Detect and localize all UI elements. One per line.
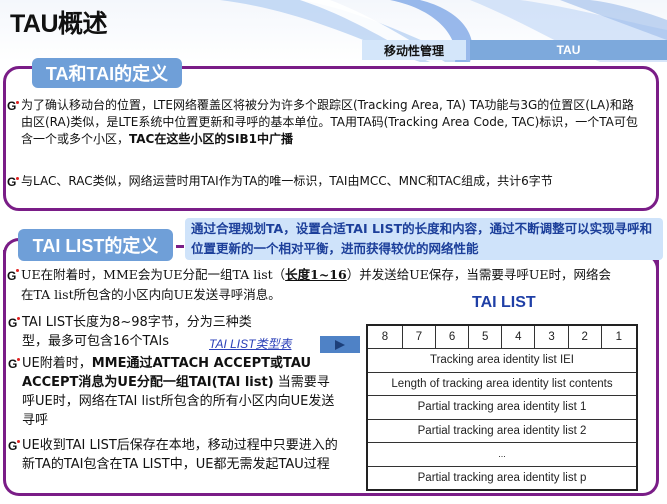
bit-cell: 7 <box>401 324 437 349</box>
tai-list-table: 8 7 6 5 4 3 2 1 Tracking area identity l… <box>366 324 638 491</box>
play-icon <box>335 339 345 350</box>
bit-cell: 5 <box>468 324 503 349</box>
bullet-ta-definition: G 为了确认移动台的位置，LTE网络覆盖区将被分为许多个跟踪区(Tracking… <box>7 97 641 148</box>
table-row: ... <box>366 442 638 467</box>
bit-cell: 2 <box>567 324 602 349</box>
bullet-icon: G <box>8 355 21 374</box>
bullet-text: UE附着时， <box>22 356 92 371</box>
bullet-icon: G <box>7 175 20 189</box>
table-row: Length of tracking area identity list co… <box>366 371 638 396</box>
bullet-text: 与LAC、RAC类似，网络运营时用TAI作为TA的唯一标识，TAI由MCC、MN… <box>21 174 553 188</box>
table-cell: Partial tracking area identity list p <box>366 465 638 490</box>
bit-cell: 1 <box>600 324 638 349</box>
bullet-tai-definition: G 与LAC、RAC类似，网络运营时用TAI作为TA的唯一标识，TAI由MCC、… <box>7 173 641 190</box>
table-row: Partial tracking area identity list p <box>366 465 638 490</box>
tai-list-type-table-link[interactable]: TAI LIST类型表 <box>209 335 291 352</box>
play-button[interactable] <box>320 336 360 353</box>
table-cell: Tracking area identity list IEI <box>366 348 638 373</box>
table-cell: ... <box>366 442 638 467</box>
bullet-icon: G <box>7 266 20 286</box>
bit-cell: 4 <box>501 324 536 349</box>
bit-cell: 6 <box>435 324 470 349</box>
bullet-text: UE收到TAI LIST后保存在本地，移动过程中只要进入的新TA的TAI包含在T… <box>22 438 338 472</box>
section-tab-tai-list: TAI LIST的定义 <box>18 229 173 261</box>
bullet-text: UE在附着时，MME会为UE分配一组TA list（ <box>21 267 286 282</box>
bullet-attach-accept: G UE附着时，MME通过ATTACH ACCEPT或TAU ACCEPT消息为… <box>8 354 342 430</box>
bullet-icon: G <box>8 314 21 333</box>
table-row: Tracking area identity list IEI <box>366 348 638 373</box>
breadcrumb-tau[interactable]: TAU <box>470 40 667 60</box>
bullet-icon: G <box>7 99 20 113</box>
table-row: Partial tracking area identity list 2 <box>366 418 638 443</box>
table-cell: Length of tracking area identity list co… <box>366 371 638 396</box>
breadcrumb-mobility-management[interactable]: 移动性管理 <box>362 40 466 60</box>
bit-header-row: 8 7 6 5 4 3 2 1 <box>366 324 638 349</box>
section-tab-ta-tai: TA和TAI的定义 <box>32 58 182 88</box>
callout-connector <box>176 245 184 248</box>
bit-cell: 8 <box>366 324 403 349</box>
bullet-text: 为了确认移动台的位置，LTE网络覆盖区将被分为许多个跟踪区(Tracking A… <box>21 98 638 146</box>
bullet-icon: G <box>8 437 21 456</box>
bit-cell: 3 <box>534 324 569 349</box>
callout-note: 通过合理规划TA，设置合适TAI LIST的长度和内容，通过不断调整可以实现寻呼… <box>185 218 663 260</box>
bullet-bold-text: TAC在这些小区的SIB1中广播 <box>129 132 293 146</box>
bullet-underline-text: 长度1~16 <box>285 267 347 282</box>
page-title: TAU概述 <box>10 10 108 38</box>
bullet-tau-not-required: G UE收到TAI LIST后保存在本地，移动过程中只要进入的新TA的TAI包含… <box>8 436 342 474</box>
table-cell: Partial tracking area identity list 2 <box>366 418 638 443</box>
tai-list-table-title: TAI LIST <box>472 294 536 311</box>
table-cell: Partial tracking area identity list 1 <box>366 395 638 420</box>
table-row: Partial tracking area identity list 1 <box>366 395 638 420</box>
